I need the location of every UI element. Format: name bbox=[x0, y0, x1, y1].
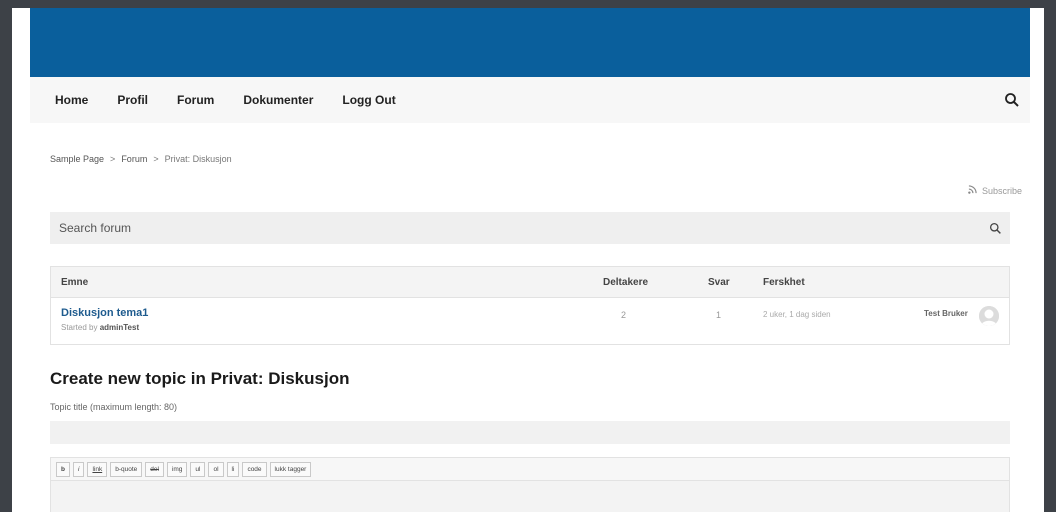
topic-title-link[interactable]: Diskusjon tema1 bbox=[61, 307, 148, 319]
nav-item-profil[interactable]: Profil bbox=[117, 93, 148, 107]
subscribe-label: Subscribe bbox=[981, 185, 1022, 196]
breadcrumb-separator: > bbox=[153, 154, 159, 164]
breadcrumb-sample-page[interactable]: Sample Page bbox=[50, 154, 104, 164]
started-by-user[interactable]: adminTest bbox=[100, 323, 139, 332]
nav-item-forum[interactable]: Forum bbox=[177, 93, 214, 107]
topic-title-label: Topic title (maximum length: 80) bbox=[50, 402, 178, 412]
editor-bold-button[interactable]: b bbox=[56, 461, 70, 477]
participants-count: 2 bbox=[621, 310, 627, 320]
rss-icon bbox=[968, 185, 977, 196]
breadcrumb-separator: > bbox=[110, 154, 116, 164]
table-header: Emne Deltakere Svar Ferskhet bbox=[51, 267, 1009, 298]
editor-italic-button[interactable]: i bbox=[72, 461, 85, 477]
last-author-link[interactable]: Test Bruker bbox=[924, 309, 968, 318]
search-input[interactable] bbox=[50, 212, 980, 244]
table-row: Diskusjon tema1 Started by adminTest 2 1… bbox=[51, 298, 1009, 344]
breadcrumb: Sample Page > Forum > Privat: Diskusjon bbox=[50, 154, 232, 164]
topic-started-by: Started by adminTest bbox=[61, 323, 139, 332]
editor-textarea[interactable] bbox=[51, 481, 1009, 512]
breadcrumb-current: Privat: Diskusjon bbox=[164, 154, 232, 164]
column-header-replies: Svar bbox=[708, 277, 730, 288]
freshness-link[interactable]: 2 uker, 1 dag siden bbox=[763, 310, 831, 319]
column-header-topic: Emne bbox=[61, 277, 89, 288]
editor-code-button[interactable]: code bbox=[242, 461, 267, 477]
forum-search-bar bbox=[50, 212, 1010, 244]
create-topic-heading: Create new topic in Privat: Diskusjon bbox=[50, 369, 350, 388]
topic-editor: b i link b-quote del img ul ol li code l… bbox=[50, 457, 1010, 512]
nav-item-home[interactable]: Home bbox=[55, 93, 88, 107]
page-frame: Home Profil Forum Dokumenter Logg Out Sa… bbox=[12, 8, 1044, 512]
editor-link-button[interactable]: link bbox=[87, 461, 108, 477]
editor-close-tags-button[interactable]: lukk tagger bbox=[269, 461, 312, 477]
editor-del-button[interactable]: del bbox=[145, 461, 164, 477]
site-header-banner bbox=[30, 8, 1030, 77]
column-header-freshness: Ferskhet bbox=[763, 277, 805, 288]
breadcrumb-forum[interactable]: Forum bbox=[121, 154, 147, 164]
column-header-participants: Deltakere bbox=[603, 277, 649, 288]
editor-li-button[interactable]: li bbox=[226, 461, 240, 477]
main-nav: Home Profil Forum Dokumenter Logg Out bbox=[30, 77, 1030, 123]
topics-table: Emne Deltakere Svar Ferskhet Diskusjon t… bbox=[50, 266, 1010, 345]
started-by-prefix: Started by bbox=[61, 323, 98, 332]
subscribe-link[interactable]: Subscribe bbox=[968, 185, 1022, 196]
editor-ul-button[interactable]: ul bbox=[190, 461, 206, 477]
topic-title-input[interactable] bbox=[50, 421, 1010, 444]
avatar[interactable] bbox=[979, 306, 999, 326]
editor-ol-button[interactable]: ol bbox=[208, 461, 224, 477]
editor-img-button[interactable]: img bbox=[166, 461, 188, 477]
editor-blockquote-button[interactable]: b-quote bbox=[110, 461, 143, 477]
nav-search-icon[interactable] bbox=[1004, 92, 1020, 108]
nav-item-dokumenter[interactable]: Dokumenter bbox=[243, 93, 313, 107]
search-icon[interactable] bbox=[980, 213, 1010, 243]
replies-count: 1 bbox=[716, 310, 722, 320]
editor-toolbar: b i link b-quote del img ul ol li code l… bbox=[51, 458, 1009, 481]
nav-item-logout[interactable]: Logg Out bbox=[342, 93, 395, 107]
